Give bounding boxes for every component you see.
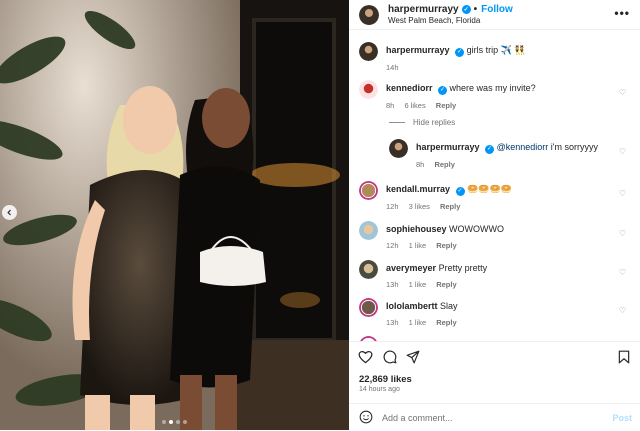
carousel-dot-active — [169, 420, 173, 424]
reply-button[interactable]: Reply — [436, 318, 456, 327]
carousel-indicator — [0, 420, 349, 424]
save-bookmark-icon[interactable] — [618, 350, 630, 364]
author-avatar[interactable] — [359, 42, 378, 61]
comment-time: 13h — [386, 280, 399, 289]
add-comment-input[interactable]: Add a comment... — [382, 413, 453, 423]
verified-badge-icon: ✓ — [455, 48, 465, 57]
verified-badge-icon: ✓ — [485, 145, 495, 154]
likes-count[interactable]: 22,869 likes — [359, 374, 412, 385]
photo-illustration — [0, 0, 349, 430]
comments-list: harpermurrayy ✓ girls trip ✈️ 👯 14h kenn… — [349, 36, 640, 341]
emoji-smiley-icon[interactable] — [359, 410, 373, 424]
post-photo — [0, 0, 349, 430]
mention-link[interactable]: @kennediorr — [497, 142, 549, 152]
carousel-dot — [183, 420, 187, 424]
comment-likes[interactable]: 6 likes — [404, 101, 425, 110]
verified-badge-icon: ✓ — [461, 5, 471, 14]
comment-text: where was my invite? — [449, 83, 536, 93]
like-comment-heart-icon[interactable]: ♡ — [619, 229, 626, 238]
divider — [349, 341, 640, 342]
share-paper-plane-icon[interactable] — [406, 350, 420, 364]
comment-username[interactable]: harpermurrayy — [416, 142, 480, 152]
previous-photo-button[interactable] — [2, 205, 17, 220]
comment-time: 13h — [386, 318, 399, 327]
comment-username[interactable]: lololambertt — [386, 301, 438, 311]
post-location[interactable]: West Palm Beach, Florida — [388, 16, 513, 25]
comment-username[interactable]: kennediorr — [386, 83, 433, 93]
divider — [389, 122, 405, 123]
comment-bubble-icon[interactable] — [383, 350, 397, 364]
comment-time: 8h — [386, 101, 395, 110]
follow-button[interactable]: Follow — [481, 4, 513, 15]
carousel-dot — [176, 420, 180, 424]
comment-likes[interactable]: 1 like — [409, 280, 427, 289]
comment-text: 🥯🥯🥯🥯 — [467, 184, 512, 194]
post-comment-button[interactable]: Post — [612, 413, 632, 423]
post-header: harpermurrayy ✓ • Follow West Palm Beach… — [349, 0, 640, 30]
caption-text: girls trip ✈️ 👯 — [466, 45, 526, 55]
like-comment-heart-icon[interactable]: ♡ — [619, 88, 626, 97]
author-avatar[interactable] — [359, 4, 379, 25]
like-heart-icon[interactable] — [358, 350, 373, 364]
post-actions-bar — [349, 345, 640, 369]
reply-button[interactable]: Reply — [436, 280, 456, 289]
comment-time: 8h — [416, 160, 425, 169]
comment-username[interactable]: averymeyer — [386, 263, 436, 273]
caption-username[interactable]: harpermurrayy — [386, 45, 450, 55]
commenter-avatar[interactable] — [359, 260, 378, 279]
commenter-avatar[interactable] — [359, 221, 378, 240]
hide-replies-button[interactable]: Hide replies — [389, 118, 455, 127]
hide-replies-label: Hide replies — [413, 118, 456, 127]
like-comment-heart-icon[interactable]: ♡ — [619, 147, 626, 156]
commenter-avatar[interactable] — [359, 80, 378, 99]
comment-likes[interactable]: 3 likes — [409, 202, 430, 211]
verified-badge-icon: ✓ — [438, 86, 448, 95]
comment-time: 12h — [386, 241, 399, 250]
comment-text: Slay — [440, 301, 458, 311]
post-details-panel: harpermurrayy ✓ • Follow West Palm Beach… — [349, 0, 640, 430]
more-options-icon[interactable]: ••• — [614, 6, 630, 20]
add-comment-bar: Add a comment... Post — [349, 403, 640, 431]
comment-username[interactable]: sophiehousey — [386, 224, 447, 234]
comment-text: Pretty pretty — [438, 263, 488, 273]
comment-username[interactable]: kendall.murray — [386, 184, 450, 194]
verified-badge-icon: ✓ — [455, 187, 465, 196]
comment-text: WOWOWWO — [449, 224, 505, 234]
comment-likes[interactable]: 1 like — [409, 241, 427, 250]
like-comment-heart-icon[interactable]: ♡ — [619, 268, 626, 277]
comment-likes[interactable]: 1 like — [409, 318, 427, 327]
like-comment-heart-icon[interactable]: ♡ — [619, 306, 626, 315]
post-timestamp: 14 hours ago — [359, 386, 400, 393]
chevron-left-icon — [7, 209, 11, 216]
reply-button[interactable]: Reply — [436, 241, 456, 250]
caption-time: 14h — [386, 63, 399, 72]
like-comment-heart-icon[interactable]: ♡ — [619, 189, 626, 198]
commenter-avatar[interactable] — [359, 298, 378, 317]
author-username[interactable]: harpermurrayy — [388, 4, 459, 15]
carousel-dot — [162, 420, 166, 424]
reply-button[interactable]: Reply — [436, 101, 456, 110]
commenter-avatar[interactable] — [359, 181, 378, 200]
comment-time: 12h — [386, 202, 399, 211]
reply-button[interactable]: Reply — [434, 160, 454, 169]
commenter-avatar[interactable] — [389, 139, 408, 158]
reply-button[interactable]: Reply — [440, 202, 460, 211]
comment-text: i'm sorryyyy — [548, 142, 598, 152]
